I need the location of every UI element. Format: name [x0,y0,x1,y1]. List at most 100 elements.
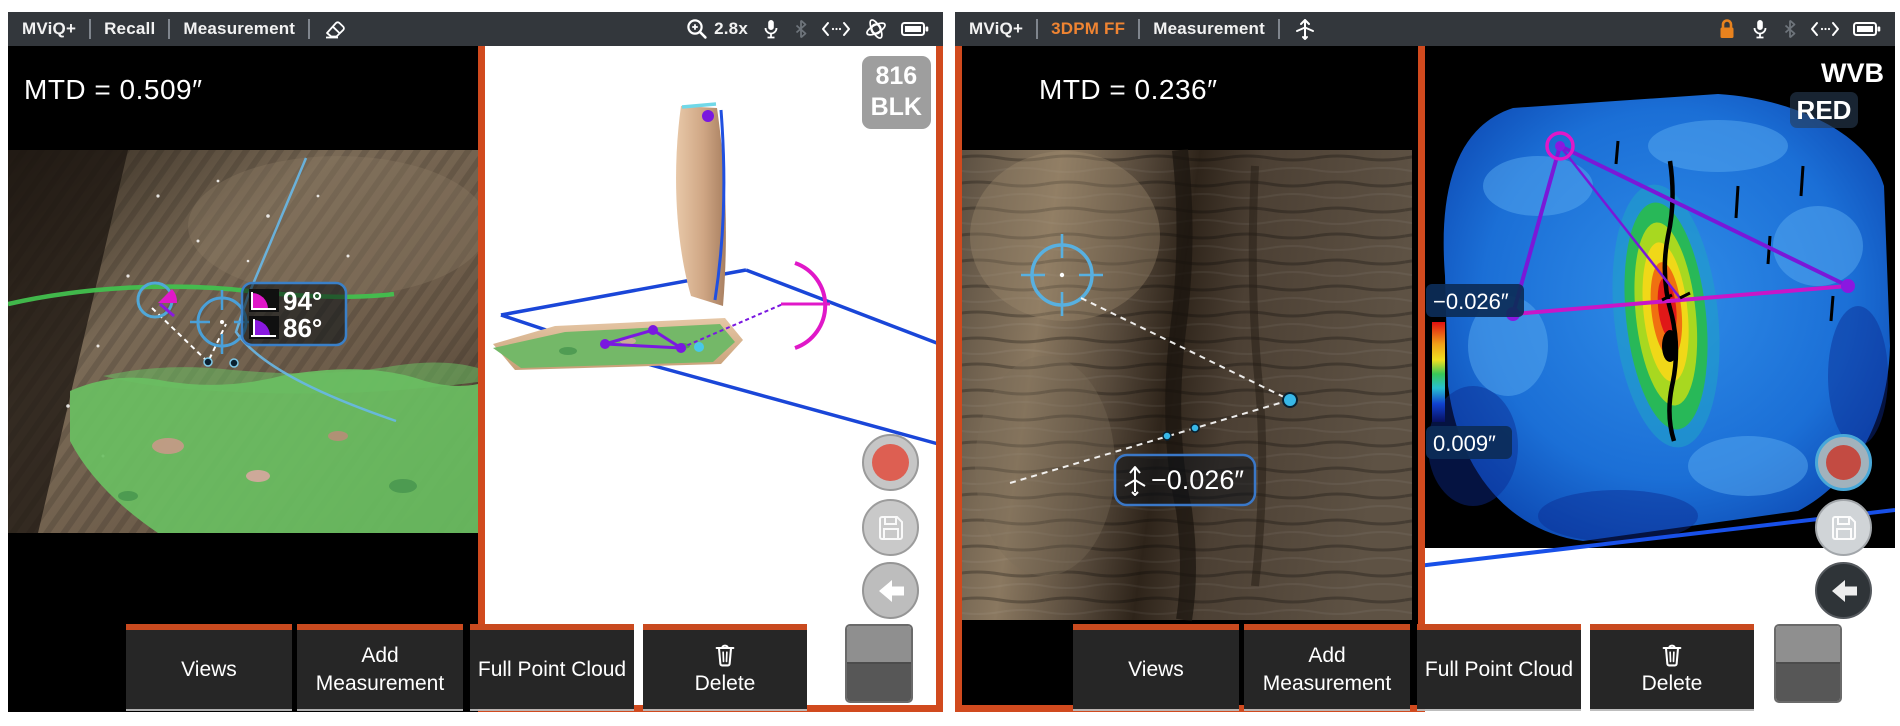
menu-measurement[interactable]: Measurement [1153,19,1265,39]
back-arrow-icon [875,575,907,607]
separator [1036,19,1038,39]
battery-icon [1853,20,1881,38]
camera-scene: −0.026″ [955,46,1418,712]
angle-value-bottom: 86° [283,313,322,343]
separator [1138,19,1140,39]
view-label: WVB [1821,58,1884,88]
range-mode-label[interactable]: RED [1797,95,1852,125]
pane-border-right [936,46,943,712]
scale-max-label: −0.026″ [1433,289,1509,314]
joystick-toggle[interactable] [1774,624,1842,703]
mtd-readout: MTD = 0.236″ [1039,74,1218,106]
back-arrow-icon [1828,575,1860,607]
separator [168,19,170,39]
top-status-bar: MViQ+ Recall Measurement [8,12,943,46]
save-button[interactable] [862,499,919,556]
views-button[interactable]: Views [126,624,292,709]
trash-icon [712,641,738,668]
angle-value-top: 94° [283,286,322,316]
delete-label: Delete [649,670,801,697]
record-button[interactable] [1815,434,1872,491]
toggle-bottom[interactable] [1776,664,1840,702]
record-icon [1826,445,1861,480]
comm-arrows-icon [1810,20,1840,38]
scale-min-label: 0.009″ [1433,431,1496,456]
comm-arrows-icon [821,20,851,38]
screen-left-mviq: MViQ+ Recall Measurement [8,12,943,712]
brand-label: MViQ+ [969,19,1023,39]
live-image-pane[interactable]: −0.026″ [955,46,1418,712]
zoom-magnifier-icon[interactable] [686,18,708,40]
measurement-point[interactable] [230,359,238,367]
color-scale-bar [1432,322,1445,422]
measurement-point-active[interactable] [1283,393,1297,407]
views-button[interactable]: Views [1073,624,1239,709]
views-label: Views [1079,656,1233,683]
floppy-icon [1829,513,1859,543]
joystick-toggle[interactable] [845,624,913,703]
angle-result-box[interactable]: 94° 86° [242,283,346,345]
save-button[interactable] [1815,499,1872,556]
measurement-point[interactable] [204,358,212,366]
toggle-top[interactable] [847,626,911,664]
depth-value: −0.026″ [1151,465,1244,495]
brand-label: MViQ+ [22,19,76,39]
delete-button[interactable]: Delete [1590,624,1754,709]
top-status-bar: MViQ+ 3DPM FF Measurement [955,12,1895,46]
depth-map-pane[interactable]: WVB RED −0.026″ 0.009″ [1418,46,1895,712]
measurement-point[interactable] [1163,432,1171,440]
floppy-icon [876,513,906,543]
full-point-cloud-button[interactable]: Full Point Cloud [470,624,634,709]
full-point-cloud-label: Full Point Cloud [476,656,628,683]
pane-border-left [955,46,962,712]
record-icon [872,444,909,481]
separator [89,19,91,39]
camera-scene: 94° 86° [8,46,478,712]
lock-icon [1717,18,1737,40]
pane-divider [478,46,485,712]
live-image-pane[interactable]: 94° 86° [8,46,478,712]
microphone-icon [761,18,781,40]
back-button[interactable] [862,562,919,619]
badge-unit: BLK [871,92,922,123]
full-point-cloud-button[interactable]: Full Point Cloud [1417,624,1581,709]
depth-map-scene: WVB RED −0.026″ 0.009″ [1418,46,1895,712]
add-measurement-button[interactable]: Add Measurement [1244,624,1410,709]
full-point-cloud-label: Full Point Cloud [1423,656,1575,683]
depth-result-pill[interactable]: −0.026″ [1115,455,1255,505]
add-measurement-button[interactable]: Add Measurement [297,624,463,709]
delete-button[interactable]: Delete [643,624,807,709]
add-measurement-label: Add Measurement [1250,642,1404,697]
microphone-icon [1750,18,1770,40]
point-cloud-pane[interactable]: 816 BLK [478,46,943,712]
bluetooth-icon [794,19,808,39]
green-surface-mask [70,369,478,533]
menu-3dpm-ff[interactable]: 3DPM FF [1051,19,1125,39]
3d-orbit-icon [864,18,888,40]
toggle-top[interactable] [1776,626,1840,664]
badge-value: 816 [871,61,922,92]
zoom-level-label: 2.8x [714,19,748,39]
add-measurement-label: Add Measurement [303,642,457,697]
trash-icon [1659,641,1685,668]
scale-reference-badge: 816 BLK [862,56,931,129]
toggle-bottom[interactable] [847,664,911,702]
dual-mviq-screens: MViQ+ Recall Measurement [0,0,1900,726]
delete-label: Delete [1596,670,1748,697]
back-button[interactable] [1815,562,1872,619]
battery-icon [901,20,929,38]
views-label: Views [132,656,286,683]
vertex-marker[interactable] [702,110,714,122]
menu-recall[interactable]: Recall [104,19,155,39]
separator [1278,19,1280,39]
separator [308,19,310,39]
pane-divider [1418,46,1425,712]
screen-right-mviq: MViQ+ 3DPM FF Measurement [955,12,1895,712]
eraser-icon[interactable] [323,18,349,40]
cursor-plane-icon[interactable] [1293,17,1317,41]
bluetooth-icon [1783,19,1797,39]
menu-measurement[interactable]: Measurement [183,19,295,39]
record-button[interactable] [862,434,919,491]
mtd-readout: MTD = 0.509″ [24,74,203,106]
measurement-point[interactable] [1191,424,1199,432]
